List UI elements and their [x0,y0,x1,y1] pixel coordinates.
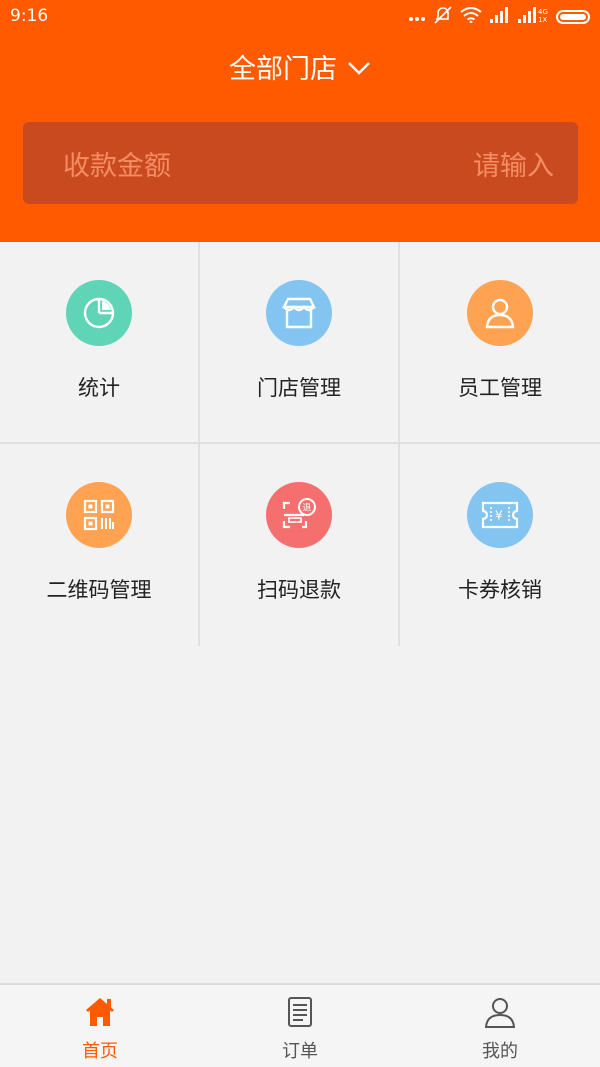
grid-item-label: 扫码退款 [257,578,341,602]
nav-item-profile[interactable]: 我的 [400,985,600,1067]
more-dots-icon [408,7,426,27]
scan-refund-icon: 退 [266,482,332,548]
order-icon [283,995,317,1033]
store-selector-label: 全部门店 [229,53,337,85]
person-icon [467,280,533,346]
amount-label: 收款金额 [63,150,171,182]
bell-off-icon [434,5,452,30]
svg-text:1X: 1X [538,16,547,23]
status-bar: 9:16 4G 1X [0,0,600,34]
grid-item-label: 员工管理 [458,376,542,400]
grid-item-staff-management[interactable]: 员工管理 [400,242,600,444]
grid-item-store-management[interactable]: 门店管理 [200,242,400,444]
home-icon [83,995,117,1033]
store-selector[interactable]: 全部门店 [0,44,600,88]
pie-chart-icon [66,280,132,346]
profile-icon [483,995,517,1033]
status-icons: 4G 1X [408,5,590,30]
chevron-down-icon [347,51,371,82]
amount-input[interactable]: 收款金额 请输入 [23,122,578,204]
grid-item-qr-management[interactable]: 二维码管理 [0,444,200,646]
function-grid: 统计 门店管理 员工管理 二维码管理 退 扫码退款 ¥ 卡券核销 [0,242,600,646]
header: 9:16 4G 1X 全部门店 收款金额 请输入 [0,0,600,242]
grid-item-coupon-verification[interactable]: ¥ 卡券核销 [400,444,600,646]
signal-icon [490,6,510,28]
signal-4g-icon: 4G 1X [518,6,548,28]
nav-label: 我的 [482,1041,518,1062]
bottom-nav: 首页 订单 我的 [0,983,600,1067]
grid-item-label: 卡券核销 [458,578,542,602]
grid-item-statistics[interactable]: 统计 [0,242,200,444]
coupon-icon: ¥ [467,482,533,548]
svg-text:¥: ¥ [495,509,503,523]
qr-code-icon [66,482,132,548]
nav-label: 订单 [282,1041,318,1062]
svg-text:退: 退 [302,503,311,514]
amount-placeholder: 请输入 [473,150,554,182]
status-time: 9:16 [10,6,49,26]
nav-label: 首页 [82,1041,118,1062]
svg-text:4G: 4G [538,8,548,16]
grid-item-label: 统计 [78,376,120,400]
battery-icon [556,10,590,24]
nav-item-orders[interactable]: 订单 [200,985,400,1067]
nav-item-home[interactable]: 首页 [0,985,200,1067]
grid-item-label: 二维码管理 [46,578,152,602]
wifi-icon [460,6,482,28]
grid-item-scan-refund[interactable]: 退 扫码退款 [200,444,400,646]
grid-item-label: 门店管理 [257,376,341,400]
store-icon [266,280,332,346]
